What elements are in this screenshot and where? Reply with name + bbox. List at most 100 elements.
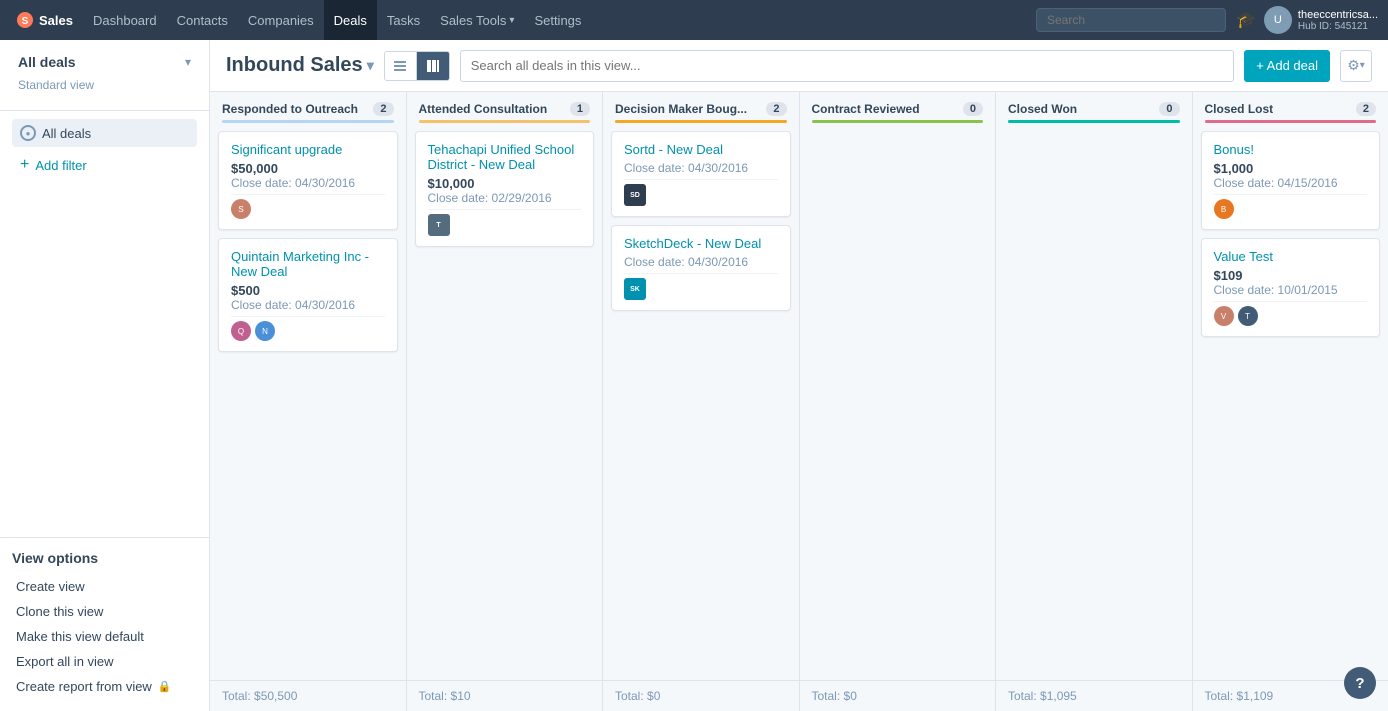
list-view-button[interactable] <box>385 52 417 80</box>
card-logo-sortd: SD <box>624 184 646 206</box>
card-avatar-2: N <box>255 321 275 341</box>
kanban-board: Responded to Outreach 2 Significant upgr… <box>210 92 1388 711</box>
nav-logo[interactable]: S Sales <box>10 11 79 29</box>
add-deal-button[interactable]: + Add deal <box>1244 50 1330 82</box>
column-decision: Decision Maker Boug... 2 Sortd - New Dea… <box>603 92 800 711</box>
nav-item-deals[interactable]: Deals <box>324 0 377 40</box>
column-count-contract: 0 <box>963 102 983 116</box>
card-date: Close date: 04/30/2016 <box>624 255 778 269</box>
card-date: Close date: 04/30/2016 <box>231 298 385 312</box>
card-date: Close date: 02/29/2016 <box>428 191 582 205</box>
nav-item-contacts[interactable]: Contacts <box>167 0 238 40</box>
card-significant-upgrade[interactable]: Significant upgrade $50,000 Close date: … <box>218 131 398 230</box>
filter-circle-icon: ● <box>20 125 36 141</box>
add-filter-label: Add filter <box>35 158 86 173</box>
column-count-attended: 1 <box>570 102 590 116</box>
nav-item-dashboard[interactable]: Dashboard <box>83 0 167 40</box>
nav-item-companies[interactable]: Companies <box>238 0 324 40</box>
column-attended: Attended Consultation 1 Tehachapi Unifie… <box>407 92 604 711</box>
column-title-decision: Decision Maker Boug... <box>615 102 747 116</box>
nav-logo-label: Sales <box>39 13 73 28</box>
column-count-closed-lost: 2 <box>1356 102 1376 116</box>
view-toggle <box>384 51 450 81</box>
all-deals-label: All deals <box>18 54 76 70</box>
card-title: Quintain Marketing Inc - New Deal <box>231 249 385 279</box>
card-sortd[interactable]: Sortd - New Deal Close date: 04/30/2016 … <box>611 131 791 217</box>
clone-view-option[interactable]: Clone this view <box>12 599 197 624</box>
card-date: Close date: 10/01/2015 <box>1214 283 1368 297</box>
create-view-option[interactable]: Create view <box>12 574 197 599</box>
column-title-closed-won: Closed Won <box>1008 102 1077 116</box>
column-footer-decision: Total: $0 <box>603 680 799 711</box>
column-title-closed-lost: Closed Lost <box>1205 102 1274 116</box>
card-date: Close date: 04/30/2016 <box>231 176 385 190</box>
search-deals-input[interactable] <box>460 50 1234 82</box>
settings-button[interactable]: ⚙ ▾ <box>1340 50 1372 82</box>
column-responded: Responded to Outreach 2 Significant upgr… <box>210 92 407 711</box>
all-deals-filter-label: All deals <box>42 126 91 141</box>
card-tehachapi[interactable]: Tehachapi Unified School District - New … <box>415 131 595 247</box>
card-sketchdeck[interactable]: SketchDeck - New Deal Close date: 04/30/… <box>611 225 791 311</box>
nav-hub-id: Hub ID: 545121 <box>1298 21 1378 32</box>
nav-user-info[interactable]: theeccentricsa... Hub ID: 545121 <box>1298 9 1378 32</box>
column-footer-closed-won: Total: $1,095 <box>996 680 1192 711</box>
help-button[interactable]: ? <box>1344 667 1376 699</box>
column-count-responded: 2 <box>373 102 393 116</box>
column-title-attended: Attended Consultation <box>419 102 548 116</box>
nav-item-tasks[interactable]: Tasks <box>377 0 430 40</box>
card-title: Significant upgrade <box>231 142 385 157</box>
page-title[interactable]: Inbound Sales ▾ <box>226 54 374 77</box>
view-options-title: View options <box>12 550 197 566</box>
nav-notifications-icon[interactable]: 🎓 <box>1236 10 1256 30</box>
lock-icon: 🔒 <box>158 680 172 693</box>
card-amount: $109 <box>1214 268 1368 283</box>
nav-search-input[interactable] <box>1036 8 1226 32</box>
column-closed-lost: Closed Lost 2 Bonus! $1,000 Close date: … <box>1193 92 1388 711</box>
top-nav: S Sales Dashboard Contacts Companies Dea… <box>0 0 1388 40</box>
nav-avatar[interactable]: U <box>1264 6 1292 34</box>
card-date: Close date: 04/15/2016 <box>1214 176 1368 190</box>
card-title: Value Test <box>1214 249 1368 264</box>
card-value-test[interactable]: Value Test $109 Close date: 10/01/2015 V… <box>1201 238 1381 337</box>
card-amount: $10,000 <box>428 176 582 191</box>
column-footer-responded: Total: $50,500 <box>210 680 406 711</box>
title-caret-icon: ▾ <box>367 57 374 74</box>
dropdown-caret-icon: ▾ <box>185 55 191 69</box>
export-view-option[interactable]: Export all in view <box>12 649 197 674</box>
card-date: Close date: 04/30/2016 <box>624 161 778 175</box>
card-quintain[interactable]: Quintain Marketing Inc - New Deal $500 C… <box>218 238 398 352</box>
card-title: Sortd - New Deal <box>624 142 778 157</box>
card-logo-sketchdeck: SK <box>624 278 646 300</box>
nav-item-sales-tools[interactable]: Sales Tools ▾ <box>430 0 524 40</box>
column-title-responded: Responded to Outreach <box>222 102 358 116</box>
add-filter-plus-icon: + <box>20 157 29 173</box>
sales-tools-caret: ▾ <box>509 15 514 26</box>
card-title: Bonus! <box>1214 142 1368 157</box>
card-avatar-1: S <box>231 199 251 219</box>
card-title: SketchDeck - New Deal <box>624 236 778 251</box>
svg-text:S: S <box>22 16 29 27</box>
add-filter-button[interactable]: + Add filter <box>12 151 197 179</box>
card-bonus[interactable]: Bonus! $1,000 Close date: 04/15/2016 B <box>1201 131 1381 230</box>
column-footer-contract: Total: $0 <box>800 680 996 711</box>
column-count-decision: 2 <box>766 102 786 116</box>
card-avatar-vt2: T <box>1238 306 1258 326</box>
card-avatar-1: Q <box>231 321 251 341</box>
card-title: Tehachapi Unified School District - New … <box>428 142 582 172</box>
card-amount: $500 <box>231 283 385 298</box>
all-deals-filter[interactable]: ● All deals <box>12 119 197 147</box>
card-avatar-vt1: V <box>1214 306 1234 326</box>
nav-item-settings[interactable]: Settings <box>524 0 591 40</box>
make-default-view-option[interactable]: Make this view default <box>12 624 197 649</box>
standard-view-label: Standard view <box>12 74 197 100</box>
card-logo-tehachapi: T <box>428 214 450 236</box>
card-amount: $50,000 <box>231 161 385 176</box>
create-report-option[interactable]: Create report from view 🔒 <box>12 674 197 699</box>
card-amount: $1,000 <box>1214 161 1368 176</box>
board-view-button[interactable] <box>417 52 449 80</box>
nav-user-name: theeccentricsa... <box>1298 9 1378 21</box>
column-contract: Contract Reviewed 0 Total: $0 <box>800 92 997 711</box>
all-deals-dropdown[interactable]: All deals ▾ <box>12 50 197 74</box>
card-avatar-bonus: B <box>1214 199 1234 219</box>
column-title-contract: Contract Reviewed <box>812 102 920 116</box>
